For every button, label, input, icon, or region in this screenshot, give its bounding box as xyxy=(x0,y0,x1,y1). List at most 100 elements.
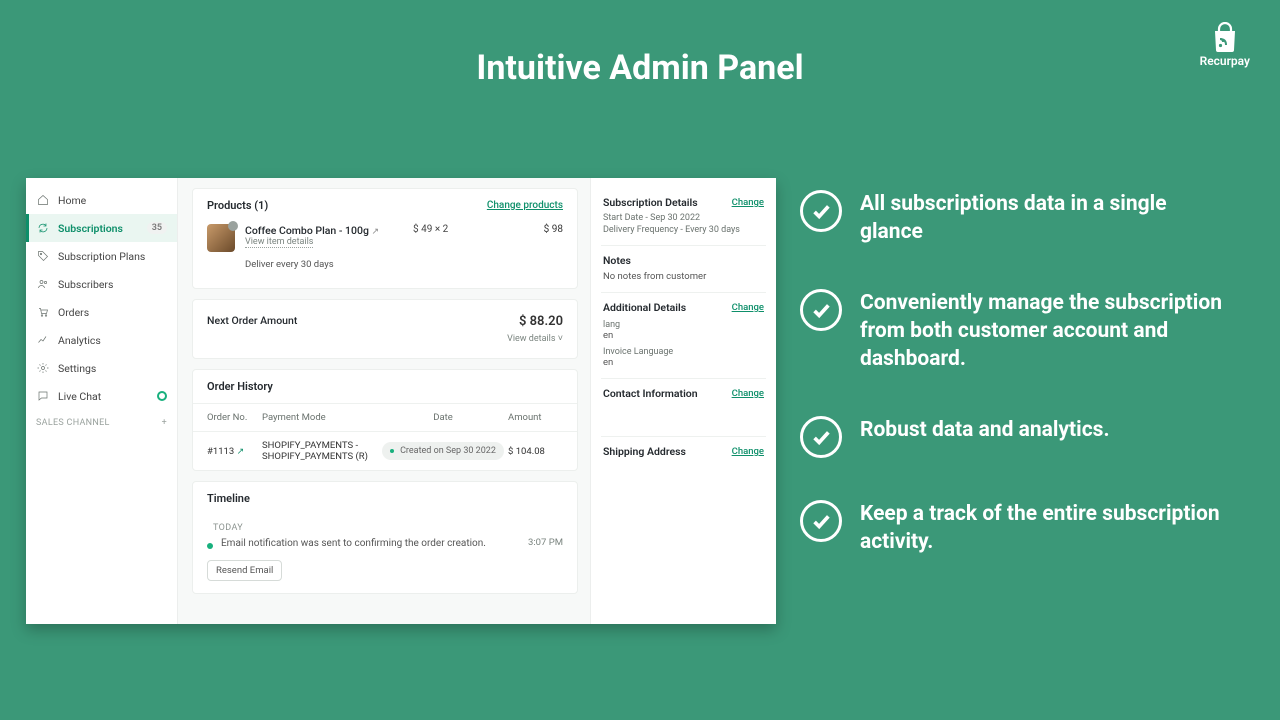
product-thumbnail xyxy=(207,224,235,252)
add-channel-button[interactable]: + xyxy=(162,418,167,428)
sidebar-section-sales-channel: SALES CHANNEL + xyxy=(26,410,177,432)
timeline-dot-icon xyxy=(207,543,213,549)
invoice-lang-key: Invoice Language xyxy=(603,347,764,357)
main-content: Products (1) Change products Coffee Comb… xyxy=(178,178,590,624)
sidebar-item-subscriptions[interactable]: Subscriptions 35 xyxy=(26,214,177,242)
check-icon xyxy=(800,190,842,232)
sidebar-item-label: Subscribers xyxy=(58,278,113,291)
home-icon xyxy=(36,193,50,207)
shipping-address-section: Shipping Address Change xyxy=(601,437,766,483)
feature-text: Conveniently manage the subscription fro… xyxy=(860,289,1234,374)
sidebar-item-label: Live Chat xyxy=(58,390,101,403)
change-contact-link[interactable]: Change xyxy=(732,388,764,399)
delivery-frequency-text: Delivery Frequency - Every 30 days xyxy=(603,225,764,235)
sidebar-badge: 35 xyxy=(147,222,167,234)
subscription-details-section: Subscription Details Change Start Date -… xyxy=(601,188,766,246)
external-link-icon[interactable]: ↗ xyxy=(372,227,380,237)
products-title: Products (1) xyxy=(207,199,268,212)
users-icon xyxy=(36,277,50,291)
timeline-title: Timeline xyxy=(193,482,577,515)
resend-email-button[interactable]: Resend Email xyxy=(207,560,282,581)
notes-section: Notes No notes from customer xyxy=(601,246,766,293)
feature-item: Robust data and analytics. xyxy=(800,416,1234,458)
sidebar-item-label: Subscriptions xyxy=(58,222,123,235)
next-order-card: Next Order Amount $ 88.20 View details ˅ xyxy=(192,299,578,359)
details-pane: Subscription Details Change Start Date -… xyxy=(590,178,776,624)
sidebar-item-settings[interactable]: Settings xyxy=(26,354,177,382)
external-link-icon[interactable]: ↗ xyxy=(237,447,245,457)
feature-item: Conveniently manage the subscription fro… xyxy=(800,289,1234,374)
th-date: Date xyxy=(378,412,508,423)
sidebar: Home Subscriptions 35 Subscription Plans… xyxy=(26,178,178,624)
change-shipping-link[interactable]: Change xyxy=(732,446,764,457)
admin-panel: Home Subscriptions 35 Subscription Plans… xyxy=(26,178,776,624)
sidebar-item-livechat[interactable]: Live Chat xyxy=(26,382,177,410)
notes-body: No notes from customer xyxy=(603,271,764,282)
delivery-frequency-text: Deliver every 30 days xyxy=(245,259,403,270)
sidebar-item-plans[interactable]: Subscription Plans xyxy=(26,242,177,270)
bag-icon xyxy=(1208,22,1242,52)
timeline-event-text: Email notification was sent to confirmin… xyxy=(221,537,520,552)
change-products-link[interactable]: Change products xyxy=(487,200,563,211)
th-payment-mode: Payment Mode xyxy=(262,412,378,423)
timeline-event-time: 3:07 PM xyxy=(528,537,563,548)
payment-mode-text: SHOPIFY_PAYMENTS - SHOPIFY_PAYMENTS (R) xyxy=(262,440,378,462)
feature-list: All subscriptions data in a single glanc… xyxy=(800,190,1234,598)
date-chip: Created on Sep 30 2022 xyxy=(382,442,504,460)
sidebar-item-label: Orders xyxy=(58,306,89,319)
order-number: #1113 xyxy=(207,446,234,457)
next-order-amount: $ 88.20 xyxy=(507,314,563,329)
feature-text: Robust data and analytics. xyxy=(860,416,1110,444)
brand-logo: Recurpay xyxy=(1200,22,1250,68)
timeline-today-label: TODAY xyxy=(213,523,563,533)
change-subscription-link[interactable]: Change xyxy=(732,197,764,208)
additional-details-section: Additional Details Change lang en Invoic… xyxy=(601,293,766,379)
brand-name: Recurpay xyxy=(1200,54,1250,68)
status-dot xyxy=(157,391,167,401)
order-history-title: Order History xyxy=(207,380,273,393)
check-icon xyxy=(800,416,842,458)
invoice-lang-value: en xyxy=(603,357,764,368)
additional-details-title: Additional Details xyxy=(603,301,686,314)
feature-item: Keep a track of the entire subscription … xyxy=(800,500,1234,557)
sidebar-item-orders[interactable]: Orders xyxy=(26,298,177,326)
hero-title: Intuitive Admin Panel xyxy=(0,48,1280,88)
check-icon xyxy=(800,289,842,331)
view-details-toggle[interactable]: View details ˅ xyxy=(507,333,563,344)
feature-text: All subscriptions data in a single glanc… xyxy=(860,190,1234,247)
view-item-details-link[interactable]: View item details xyxy=(245,237,313,248)
sidebar-section-label: SALES CHANNEL xyxy=(36,418,110,428)
sidebar-item-subscribers[interactable]: Subscribers xyxy=(26,270,177,298)
sidebar-item-label: Subscription Plans xyxy=(58,250,145,263)
contact-info-title: Contact Information xyxy=(603,387,698,400)
th-order-no: Order No. xyxy=(207,412,262,423)
notes-title: Notes xyxy=(603,254,631,267)
product-row: Coffee Combo Plan - 100g ↗ View item det… xyxy=(207,224,563,276)
contact-info-section: Contact Information Change xyxy=(601,379,766,437)
timeline-card: Timeline TODAY Email notification was se… xyxy=(192,481,578,594)
order-amount: $ 104.08 xyxy=(508,446,563,457)
table-header-row: Order No. Payment Mode Date Amount xyxy=(193,403,577,432)
product-title: Coffee Combo Plan - 100g xyxy=(245,224,369,237)
sidebar-item-label: Settings xyxy=(58,362,96,375)
tag-icon xyxy=(36,249,50,263)
feature-text: Keep a track of the entire subscription … xyxy=(860,500,1234,557)
sidebar-item-home[interactable]: Home xyxy=(26,186,177,214)
order-history-card: Order History Order No. Payment Mode Dat… xyxy=(192,369,578,471)
sidebar-item-analytics[interactable]: Analytics xyxy=(26,326,177,354)
change-additional-link[interactable]: Change xyxy=(732,302,764,313)
sidebar-item-label: Analytics xyxy=(58,334,101,347)
sidebar-item-label: Home xyxy=(58,194,86,207)
table-row: #1113 ↗ SHOPIFY_PAYMENTS - SHOPIFY_PAYME… xyxy=(193,432,577,470)
lang-value: en xyxy=(603,330,764,341)
product-unit-price: $ 49 × 2 xyxy=(413,224,503,235)
chart-icon xyxy=(36,333,50,347)
subscription-details-title: Subscription Details xyxy=(603,196,698,209)
check-icon xyxy=(800,500,842,542)
chat-icon xyxy=(36,389,50,403)
cart-icon xyxy=(36,305,50,319)
feature-item: All subscriptions data in a single glanc… xyxy=(800,190,1234,247)
lang-key: lang xyxy=(603,320,764,330)
refresh-icon xyxy=(36,221,50,235)
gear-icon xyxy=(36,361,50,375)
